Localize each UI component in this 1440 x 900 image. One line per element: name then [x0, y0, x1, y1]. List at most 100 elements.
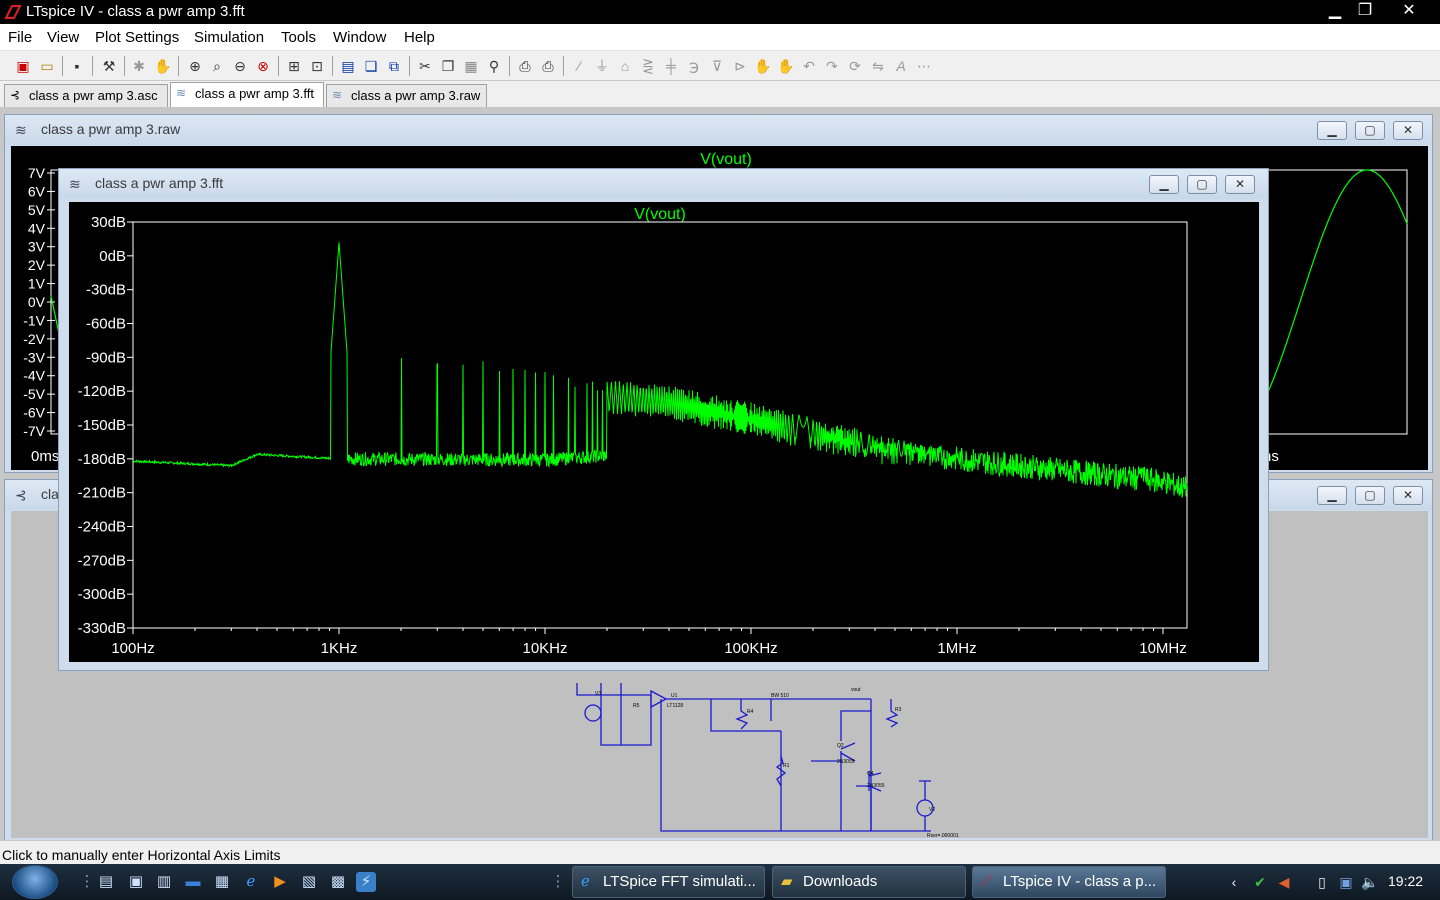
quicklaunch-icon[interactable]: ▤: [96, 872, 116, 892]
task-downloads[interactable]: ▰ Downloads: [772, 866, 966, 898]
close-button[interactable]: ✕: [1393, 486, 1423, 505]
raw-y-tick-label: -7V: [23, 423, 45, 439]
restore-button[interactable]: ❐: [1346, 0, 1384, 22]
close-all-icon[interactable]: ⧉: [385, 57, 403, 75]
tile-icon[interactable]: ▤: [339, 57, 357, 75]
task-ltspice[interactable]: ⟋ LTspice IV - class a p...: [972, 866, 1166, 898]
raw-window-titlebar[interactable]: ≋ class a pwr amp 3.raw ▁ ▢ ✕: [5, 115, 1432, 145]
print-preview-icon[interactable]: ⎙: [516, 57, 534, 75]
raw-trace-label[interactable]: V(vout): [700, 151, 752, 168]
mirror-icon[interactable]: ⇋: [869, 57, 887, 75]
volume-icon[interactable]: 🔈: [1360, 872, 1380, 892]
start-button[interactable]: [12, 865, 58, 899]
quicklaunch-icon[interactable]: ▩: [328, 872, 348, 892]
halt-icon[interactable]: ✋: [154, 57, 172, 75]
fft-plot-area[interactable]: V(vout) 30dB 0dB -30dB -60dB -90dB -120dB -150…: [69, 202, 1259, 662]
task-label: Downloads: [803, 873, 878, 890]
ground-icon[interactable]: ⏚: [593, 57, 611, 75]
paste-icon[interactable]: ▦: [462, 57, 480, 75]
zoom-out-icon[interactable]: ⊖: [231, 57, 249, 75]
network-icon[interactable]: ▣: [1336, 872, 1356, 892]
svg-text:Q4: Q4: [867, 771, 874, 777]
waveform-icon: ≋: [332, 88, 343, 102]
tray-app-icon[interactable]: ◀: [1274, 872, 1294, 892]
minimize-button[interactable]: ▁: [1317, 121, 1347, 140]
raw-y-tick-label: 6V: [28, 183, 46, 199]
capacitor-icon[interactable]: ╪: [662, 57, 680, 75]
text-icon[interactable]: A: [892, 57, 910, 75]
spice-directive-icon[interactable]: ⋯: [915, 57, 933, 75]
fft-x-tick-label: 10KHz: [522, 640, 567, 657]
show-hidden-icons-icon[interactable]: ‹: [1224, 872, 1244, 892]
fft-y-tick-label: -120dB: [78, 383, 126, 400]
quicklaunch-icon[interactable]: ▧: [299, 872, 319, 892]
media-player-icon[interactable]: ▶: [270, 872, 290, 892]
draw-wire-icon[interactable]: ∕: [570, 57, 588, 75]
component-icon[interactable]: ⊳: [731, 57, 749, 75]
maximize-button[interactable]: ▢: [1355, 121, 1385, 140]
cascade-icon[interactable]: ❏: [362, 57, 380, 75]
autorange-icon[interactable]: ⊞: [285, 57, 303, 75]
task-ie[interactable]: ℯ LTSpice FFT simulati...: [572, 866, 765, 898]
label-net-icon[interactable]: ⌂: [616, 57, 634, 75]
clock[interactable]: 19:22: [1388, 873, 1423, 889]
zoom-in-icon[interactable]: ⊕: [186, 57, 204, 75]
open-icon[interactable]: ▭: [38, 57, 56, 75]
raw-y-tick-label: -1V: [23, 312, 45, 328]
inductor-icon[interactable]: ℈: [685, 57, 703, 75]
move-icon[interactable]: ✋: [754, 57, 772, 75]
menu-view[interactable]: View: [47, 29, 79, 46]
resistor-icon[interactable]: ⋛: [639, 57, 657, 75]
fft-x-tick-label: 100Hz: [111, 640, 154, 657]
raw-y-tick-label: 5V: [28, 202, 46, 218]
menu-tools[interactable]: Tools: [281, 29, 316, 46]
cut-icon[interactable]: ✂: [416, 57, 434, 75]
svg-text:Rser=.000001: Rser=.000001: [927, 833, 959, 838]
tab-raw[interactable]: ≋ class a pwr amp 3.raw: [326, 84, 487, 107]
quicklaunch-icon[interactable]: ▣: [126, 872, 146, 892]
tray-app-icon[interactable]: ▯: [1312, 872, 1332, 892]
menu-file[interactable]: File: [8, 29, 32, 46]
save-icon[interactable]: ▪: [68, 57, 86, 75]
quicklaunch-icon[interactable]: ▦: [212, 872, 232, 892]
menu-help[interactable]: Help: [404, 29, 435, 46]
redo-icon[interactable]: ↷: [823, 57, 841, 75]
pan-icon[interactable]: ⌕: [208, 57, 226, 75]
fft-window[interactable]: ≋ class a pwr amp 3.fft ▁ ▢ ✕ V(vout) 30…: [58, 168, 1269, 671]
drag-icon[interactable]: ✋: [777, 57, 795, 75]
run-icon[interactable]: ✱: [130, 57, 148, 75]
close-button[interactable]: ✕: [1390, 0, 1428, 22]
print-icon[interactable]: ⎙: [539, 57, 557, 75]
tab-fft[interactable]: ≋ class a pwr amp 3.fft: [170, 82, 324, 107]
maximize-button[interactable]: ▢: [1187, 175, 1217, 194]
close-button[interactable]: ✕: [1225, 175, 1255, 194]
control-panel-icon[interactable]: ⚒: [100, 57, 118, 75]
menu-simulation[interactable]: Simulation: [194, 29, 264, 46]
close-button[interactable]: ✕: [1393, 121, 1423, 140]
ltspice-quicklaunch-icon[interactable]: ⚡: [356, 872, 376, 892]
show-desktop-grip-icon: ⋮: [79, 873, 95, 890]
desktop-icon[interactable]: ▬: [183, 872, 203, 892]
waveform-icon: ≋: [176, 86, 187, 100]
quicklaunch-icon[interactable]: ▥: [154, 872, 174, 892]
copy-icon[interactable]: ❐: [439, 57, 457, 75]
tray-app-icon[interactable]: ✔: [1250, 872, 1270, 892]
maximize-button[interactable]: ▢: [1355, 486, 1385, 505]
fft-window-titlebar[interactable]: ≋ class a pwr amp 3.fft ▁ ▢ ✕: [59, 169, 1268, 199]
waveform-icon: ≋: [15, 122, 27, 138]
menu-plot-settings[interactable]: Plot Settings: [95, 29, 179, 46]
find-icon[interactable]: ⚲: [485, 57, 503, 75]
zoom-fit-icon[interactable]: ⊗: [254, 57, 272, 75]
fft-trace-label[interactable]: V(vout): [634, 206, 686, 223]
ie-icon[interactable]: ℯ: [241, 872, 261, 892]
mark-unused-icon[interactable]: ⊡: [308, 57, 326, 75]
undo-icon[interactable]: ↶: [800, 57, 818, 75]
minimize-button[interactable]: ▁: [1149, 175, 1179, 194]
menu-window[interactable]: Window: [333, 29, 386, 46]
fft-chart[interactable]: V(vout) 30dB 0dB -30dB -60dB -90dB -120dB -150…: [69, 202, 1259, 662]
minimize-button[interactable]: ▁: [1317, 486, 1347, 505]
diode-icon[interactable]: ⊽: [708, 57, 726, 75]
new-schematic-icon[interactable]: ▣: [14, 57, 32, 75]
rotate-icon[interactable]: ⟳: [846, 57, 864, 75]
tab-asc[interactable]: ⊰ class a pwr amp 3.asc: [4, 84, 168, 107]
